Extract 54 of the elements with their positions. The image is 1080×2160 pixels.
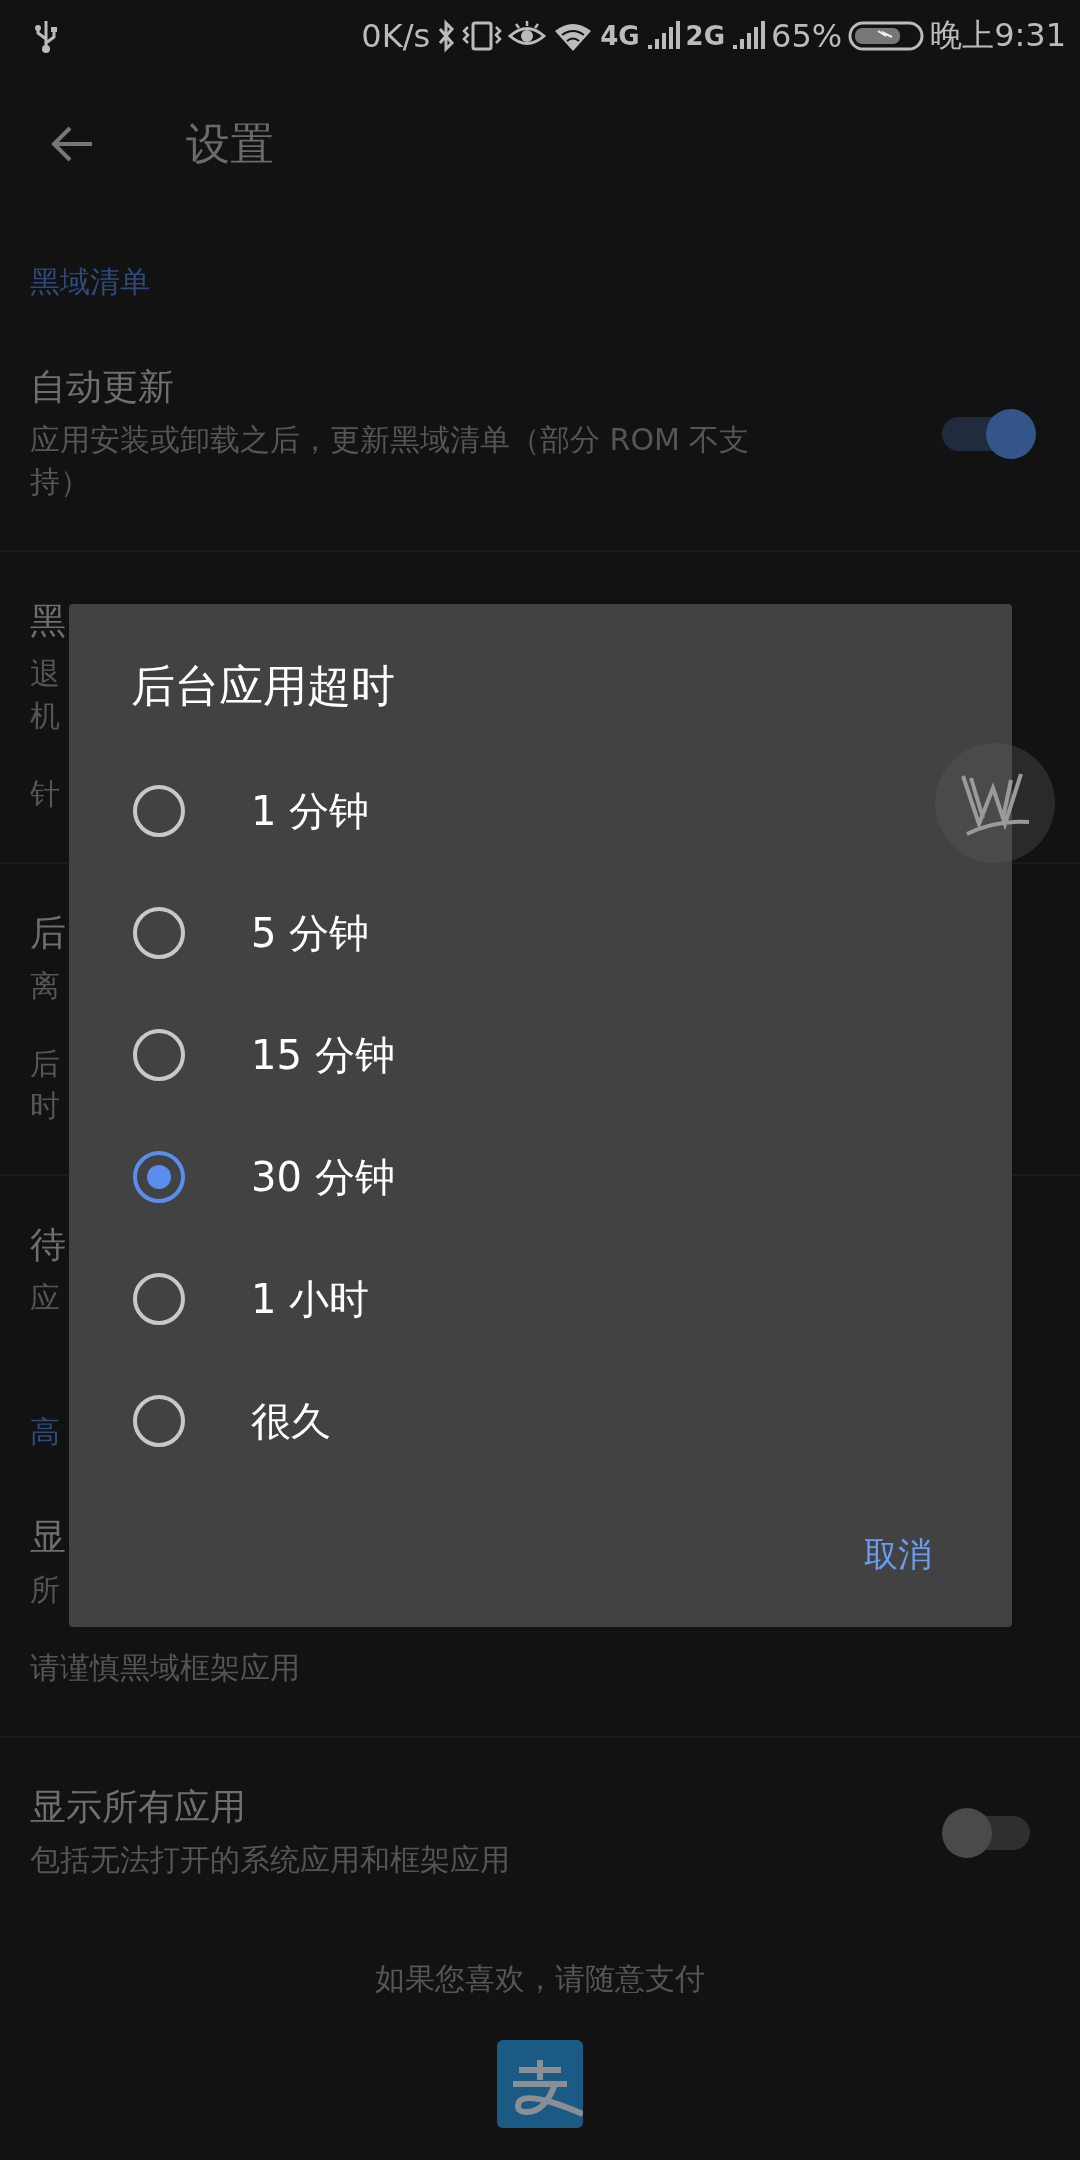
vibrate-icon bbox=[462, 19, 503, 53]
clock: 晚上9:31 bbox=[930, 15, 1066, 56]
back-arrow-icon bbox=[50, 124, 94, 164]
setting-summary: 包括无法打开的系统应用和框架应用 bbox=[30, 1841, 510, 1879]
setting-summary: 退 bbox=[30, 655, 60, 693]
setting-note: 后 bbox=[30, 1045, 60, 1083]
option-label: 很久 bbox=[251, 1396, 331, 1446]
back-button[interactable] bbox=[50, 124, 94, 164]
setting-note: 针 bbox=[30, 775, 60, 813]
dialog-title: 后台应用超时 bbox=[131, 659, 396, 713]
radio-button[interactable] bbox=[133, 1029, 185, 1081]
setting-title: 显 bbox=[30, 1515, 66, 1559]
toggle-switch[interactable] bbox=[942, 409, 1036, 459]
setting-summary: 机 bbox=[30, 697, 60, 735]
radio-button[interactable] bbox=[133, 785, 185, 837]
section-header: 高 bbox=[30, 1416, 60, 1448]
setting-title: 黑 bbox=[30, 599, 66, 643]
setting-note: 请谨慎黑域框架应用 bbox=[30, 1649, 300, 1687]
battery-percent: 65% bbox=[771, 17, 843, 55]
radio-option[interactable]: 30 分钟 bbox=[131, 1116, 1012, 1238]
setting-note: 时 bbox=[30, 1087, 60, 1125]
network-speed: 0K/s bbox=[361, 17, 431, 55]
radio-option[interactable]: 15 分钟 bbox=[131, 994, 1012, 1116]
radio-button[interactable] bbox=[133, 1395, 185, 1447]
setting-title: 待 bbox=[30, 1223, 66, 1267]
section-header: 黑域清单 bbox=[30, 266, 150, 298]
setting-title: 自动更新 bbox=[30, 365, 174, 409]
payment-app-icon bbox=[497, 2040, 583, 2128]
option-label: 1 分钟 bbox=[251, 786, 370, 836]
option-label: 30 分钟 bbox=[251, 1152, 395, 1202]
setting-title: 显示所有应用 bbox=[30, 1785, 246, 1829]
radio-button[interactable] bbox=[133, 907, 185, 959]
radio-button[interactable] bbox=[133, 1151, 185, 1203]
network-type: 4G bbox=[600, 21, 640, 51]
setting-summary: 应 bbox=[30, 1279, 60, 1317]
setting-summary: 应用安装或卸载之后，更新黑域清单（部分 ROM 不支持） bbox=[30, 421, 751, 501]
option-label: 5 分钟 bbox=[251, 908, 370, 958]
bluetooth-icon bbox=[436, 19, 457, 53]
setting-title: 后 bbox=[30, 911, 66, 955]
usb-icon bbox=[34, 19, 58, 53]
radio-option[interactable]: 1 小时 bbox=[131, 1238, 1012, 1360]
cancel-button[interactable]: 取消 bbox=[864, 1522, 932, 1588]
network-type: 2G bbox=[685, 21, 725, 51]
setting-summary: 所 bbox=[30, 1571, 60, 1609]
option-label: 15 分钟 bbox=[251, 1030, 395, 1080]
radio-option[interactable]: 很久 bbox=[131, 1360, 1012, 1482]
radio-option[interactable]: 1 分钟 bbox=[131, 750, 1012, 872]
radio-option[interactable]: 5 分钟 bbox=[131, 872, 1012, 994]
option-label: 1 小时 bbox=[251, 1274, 370, 1324]
radio-button[interactable] bbox=[133, 1273, 185, 1325]
toolbar-title: 设置 bbox=[186, 116, 274, 171]
battery-icon bbox=[848, 19, 925, 53]
setting-summary: 离 bbox=[30, 967, 60, 1005]
donate-text: 如果您喜欢，请随意支付 bbox=[374, 1960, 706, 1998]
